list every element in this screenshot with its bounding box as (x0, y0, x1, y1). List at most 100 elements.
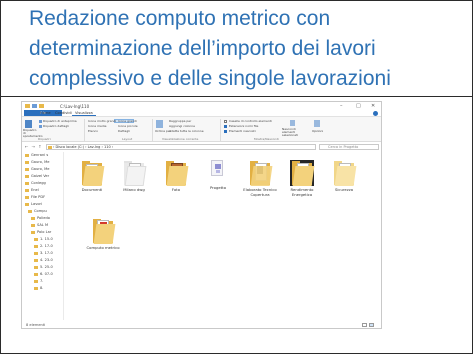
add-columns-button[interactable]: Aggiungi colonne (169, 124, 195, 128)
file-label: Sicurezza (334, 187, 354, 192)
preview-pane-button[interactable]: Riquadro di anteprima (43, 119, 77, 123)
hide-selected-icon[interactable] (290, 120, 295, 126)
options-icon[interactable] (314, 120, 320, 127)
new-folder-icon[interactable] (39, 104, 44, 108)
folder-icon (25, 203, 29, 206)
ribbon-separator (84, 119, 85, 141)
file-list: Documenti Milano dwg Foto Progetto Elabo… (65, 152, 381, 320)
details-pane-button[interactable]: Riquadro dettagli (43, 124, 69, 128)
nav-item-label: Poliedo (37, 216, 50, 220)
nav-item-label: 1. 15-0 (40, 237, 53, 241)
folder-documenti[interactable]: Documenti (73, 160, 111, 193)
save-icon[interactable] (32, 104, 37, 108)
folder-progetto[interactable]: Progetto (199, 158, 237, 191)
layout-extra-large-icons[interactable]: Icone molto grandi (88, 119, 116, 123)
nav-item-label: Conlegg (31, 181, 46, 185)
folder-icon (25, 175, 29, 178)
navigation-pane: Genrani s Gauro, Me Gauro, Me Gaizel Ver… (22, 152, 64, 320)
folder-icon (34, 259, 38, 262)
cad-file-icon (207, 158, 229, 184)
folder-icon (31, 217, 35, 220)
details-pane-icon (39, 125, 42, 128)
slide-title-line-2: determinazione dell’importo dei lavori (29, 37, 376, 60)
item-checkboxes-label: Caselle di controllo elementi (229, 119, 272, 123)
folder-icon (25, 182, 29, 185)
file-explorer-window: C:\Lav-Ing\110 – □ ✕ File Home Condividi… (21, 101, 382, 329)
slide-title-line-3: complessivo e delle singole lavorazioni (29, 67, 391, 90)
folder-sicurezza[interactable]: Sicurezza (325, 160, 363, 193)
ribbon-group-show-hide: Mostra/Nascondi (254, 137, 280, 141)
folder-icon (81, 160, 105, 186)
ribbon-group-layout: Layout (122, 137, 133, 141)
search-input[interactable]: Cerca in Progetto (319, 144, 379, 150)
address-path: › Disco locale (C:) › Lav-Ing › 110 › (53, 145, 114, 149)
folder-icon (92, 218, 116, 244)
nav-item-label: File PDF (31, 195, 46, 199)
preview-pane-icon (39, 120, 42, 123)
nav-item-label: Gauro, Me (31, 160, 50, 164)
folder-icon (25, 161, 29, 164)
folder-icon (34, 245, 38, 248)
file-label: Milano dwg (123, 187, 145, 192)
nav-item-label: 3. 17-0 (40, 251, 53, 255)
navigation-arrows[interactable]: ← → ↑ (25, 144, 43, 149)
folder-icon (25, 168, 29, 171)
folder-icon (333, 160, 357, 186)
close-button[interactable]: ✕ (371, 103, 375, 109)
folder-foto[interactable]: Foto (157, 160, 195, 193)
folder-icon (31, 224, 35, 227)
window-titlebar: C:\Lav-Ing\110 – □ ✕ (22, 102, 381, 110)
hide-selected-button[interactable]: Nascondi elementi selezionati (282, 127, 304, 138)
address-bar[interactable]: › Disco locale (C:) › Lav-Ing › 110 › (46, 144, 316, 150)
address-row: ← → ↑ › Disco locale (C:) › Lav-Ing › 11… (22, 143, 381, 151)
folder-icon (25, 104, 30, 108)
hidden-items-checkbox[interactable] (224, 129, 227, 133)
minimize-button[interactable]: – (340, 103, 343, 109)
group-by-button[interactable]: Raggruppa per (169, 119, 191, 123)
layout-list[interactable]: Elenco (88, 129, 98, 133)
folder-computo-metrico[interactable]: Computo metrico (84, 218, 122, 251)
nav-item-label: 7. (40, 279, 44, 283)
item-count: 8 elementi (26, 323, 46, 327)
file-label: Foto (171, 187, 181, 192)
folder-elaborato-tecnico-copertura[interactable]: Elaborato Tecnico Copertura (241, 160, 279, 197)
nav-item-label: 5. 25-0 (40, 265, 53, 269)
options-button[interactable]: Opzioni (312, 129, 323, 133)
file-label: Elaborato Tecnico Copertura (243, 187, 277, 197)
nav-item-label: Gauro, Me (31, 167, 50, 171)
folder-icon (290, 160, 315, 186)
folder-icon (25, 196, 29, 199)
layout-large-icons[interactable]: Icone grandi (118, 119, 137, 123)
ribbon-panel: Riquadro di spostamento Riquadro di ante… (22, 116, 381, 142)
folder-icon (34, 273, 38, 276)
nav-item-label: Enel (31, 188, 39, 192)
layout-small-icons[interactable]: Icone piccole (118, 124, 138, 128)
folder-rendimento-energetico[interactable]: Rendimento Energetico (283, 160, 321, 197)
navigation-pane-icon[interactable] (25, 120, 32, 128)
slide-title-line-1: Redazione computo metrico con (29, 7, 331, 30)
item-checkboxes-checkbox[interactable] (224, 119, 227, 123)
details-view-icon[interactable] (362, 323, 367, 327)
window-title: C:\Lav-Ing\110 (60, 104, 90, 109)
navigation-pane-button[interactable]: Riquadro di spostamento (23, 128, 43, 139)
nav-item-label: 2. 17-0 (40, 244, 53, 248)
file-extensions-label: Estensioni nomi file (229, 124, 259, 128)
folder-icon (34, 287, 38, 290)
size-columns-button[interactable]: Adatta tutte le colonne (169, 129, 204, 133)
slide-frame: Redazione computo metrico con determinaz… (0, 0, 473, 354)
layout-medium-icons[interactable]: Icone medie (88, 124, 106, 128)
folder-icon (123, 160, 147, 186)
folder-icon (25, 189, 29, 192)
folder-icon (28, 210, 32, 213)
file-extensions-checkbox[interactable] (224, 124, 227, 128)
folder-icon (31, 231, 35, 234)
layout-details[interactable]: Dettagli (118, 129, 130, 133)
nav-item-label: Gaizel Ver (31, 174, 50, 178)
folder-icon (34, 238, 38, 241)
large-icons-view-icon[interactable] (369, 323, 374, 327)
sort-by-icon[interactable] (156, 120, 163, 128)
nav-item-label: 6. 07-0 (40, 272, 53, 276)
folder-milano-dwg[interactable]: Milano dwg (115, 160, 153, 193)
maximize-button[interactable]: □ (356, 103, 361, 109)
slide-title-box: Redazione computo metrico con determinaz… (1, 1, 472, 97)
